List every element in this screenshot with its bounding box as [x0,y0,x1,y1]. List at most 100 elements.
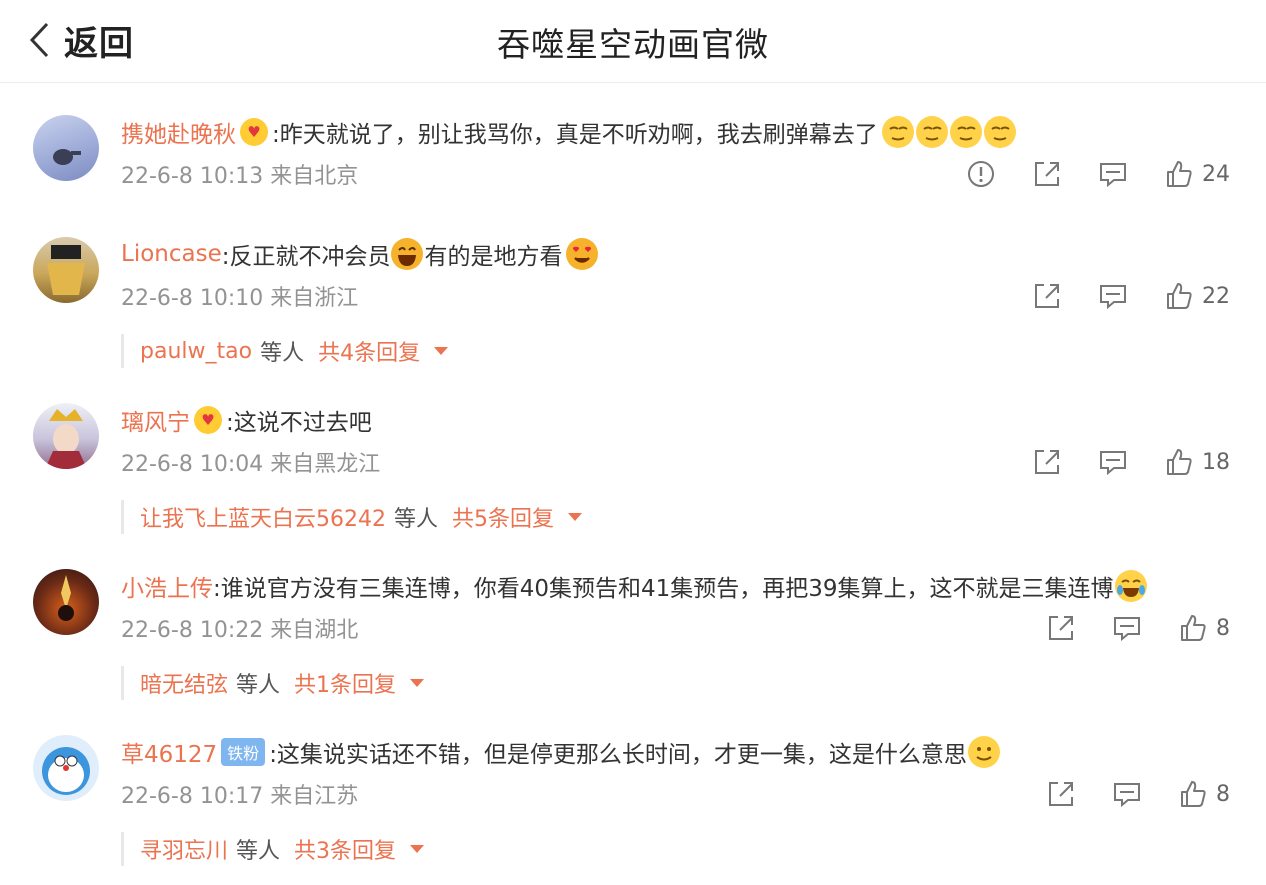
like-button[interactable]: 22 [1164,281,1230,311]
reply-count[interactable]: 共4条回复 [318,335,420,367]
thumbs-up-icon [1167,449,1192,475]
timestamp: 22-6-8 10:13 [121,164,264,189]
like-button[interactable]: 24 [1164,159,1230,189]
smug-emoji-icon [949,116,982,148]
avatar[interactable] [33,403,99,469]
share-button[interactable] [1032,447,1062,477]
comment-text: 有的是地方看 [424,244,563,270]
reply-etc: 等人 [236,673,281,698]
thumbs-up-icon [1181,615,1206,641]
comment-meta: 22-6-8 10:13 来自北京 [121,158,358,190]
comment-icon [1100,163,1126,188]
laughing-emoji-icon [391,238,424,270]
avatar[interactable] [33,237,99,303]
location: 来自湖北 [270,618,359,643]
reply-count[interactable]: 共5条回复 [452,501,554,533]
comment-meta: 22-6-8 10:22 来自湖北 [121,612,358,644]
comment-text: :反正就不冲会员 [221,244,391,270]
comment-button[interactable] [1098,159,1128,189]
page-title: 吞噬星空动画官微 [497,25,769,64]
exclamation-circle-icon [968,161,994,187]
reply-etc: 等人 [394,507,439,532]
share-icon [1049,616,1073,640]
share-icon [1035,450,1059,474]
comment-text: :这说不过去吧 [226,410,372,436]
avatar[interactable] [33,115,99,181]
comment-meta: 22-6-8 10:04 来自黑龙江 [121,446,380,478]
comment-text: :这集说实话还不错，但是停更那么长时间，才更一集，这是什么意思 [269,742,967,768]
reply-count[interactable]: 共1条回复 [294,667,396,699]
share-button[interactable] [1046,613,1076,643]
username[interactable]: 璃风宁 [121,403,190,437]
comment-button[interactable] [1098,281,1128,311]
comment-icon [1114,617,1140,642]
comment-meta: 22-6-8 10:17 来自江苏 [121,778,358,810]
smug-emoji-icon [915,116,948,148]
username[interactable]: 小浩上传 [121,569,213,603]
location: 来自浙江 [270,286,359,311]
comment-meta: 22-6-8 10:10 来自浙江 [121,280,358,312]
thumbs-up-icon [1167,283,1192,309]
like-button[interactable]: 18 [1164,447,1230,477]
timestamp: 22-6-8 10:17 [121,784,264,809]
reply-username[interactable]: 暗无结弦 [140,667,228,699]
caret-down-icon [410,845,425,853]
location: 来自北京 [270,164,359,189]
like-button[interactable]: 8 [1178,779,1230,809]
like-button[interactable]: 8 [1178,613,1230,643]
like-count: 18 [1202,449,1230,475]
comment-icon [1100,285,1126,310]
reply-count[interactable]: 共3条回复 [294,833,396,865]
reply-etc: 等人 [236,839,281,864]
share-icon [1035,284,1059,308]
avatar[interactable] [33,735,99,801]
comment-button[interactable] [1112,613,1142,643]
reply-summary[interactable]: 寻羽忘川 等人 共3条回复 [121,832,425,866]
like-count: 8 [1216,615,1230,641]
share-button[interactable] [1032,159,1062,189]
like-count: 8 [1216,781,1230,807]
thumbs-up-icon [1181,781,1206,807]
action-bar: 18 [1006,442,1230,482]
reply-summary[interactable]: 暗无结弦 等人 共1条回复 [121,666,425,700]
report-button[interactable] [966,159,996,189]
timestamp: 22-6-8 10:04 [121,452,264,477]
action-bar: 8 [1020,608,1230,648]
caret-down-icon [410,679,425,687]
timestamp: 22-6-8 10:10 [121,286,264,311]
avatar[interactable] [33,569,99,635]
heart-eyes-emoji-icon [566,238,599,270]
username[interactable]: Lioncase [121,241,222,267]
share-button[interactable] [1046,779,1076,809]
comment-text: :昨天就说了，别让我骂你，真是不听劝啊，我去刷弹幕去了 [272,122,878,148]
share-button[interactable] [1032,281,1062,311]
comment-button[interactable] [1112,779,1142,809]
caret-down-icon [568,513,583,521]
username[interactable]: 草46127 [121,735,217,769]
reply-summary[interactable]: paulw_tao 等人 共4条回复 [121,334,449,368]
comment-icon [1100,451,1126,476]
reply-username[interactable]: 寻羽忘川 [140,833,228,865]
fan-badge: 铁粉 [221,738,266,766]
heart-badge-icon: ♥ [194,406,222,434]
top-bar: 返回 吞噬星空动画官微 [0,0,1266,83]
action-bar: 22 [1006,276,1230,316]
awkward-smile-emoji-icon [967,736,1000,768]
like-count: 22 [1202,283,1230,309]
comment-text: :谁说官方没有三集连博，你看40集预告和41集预告，再把39集算上，这不就是三集… [213,576,1114,602]
reply-username[interactable]: paulw_tao [140,339,252,364]
crying-laughing-emoji-icon [1114,570,1147,602]
username[interactable]: 携她赴晚秋 [121,115,236,149]
smug-emoji-icon [881,116,914,148]
action-bar: 8 [1020,774,1230,814]
reply-summary[interactable]: 让我飞上蓝天白云56242 等人 共5条回复 [121,500,583,534]
comment-button[interactable] [1098,447,1128,477]
location: 来自黑龙江 [270,452,381,477]
share-icon [1049,782,1073,806]
reply-username[interactable]: 让我飞上蓝天白云56242 [140,501,386,533]
thumbs-up-icon [1167,161,1192,187]
timestamp: 22-6-8 10:22 [121,618,264,643]
comment-icon [1114,783,1140,808]
share-icon [1035,162,1059,186]
action-bar: 24 [940,154,1230,194]
